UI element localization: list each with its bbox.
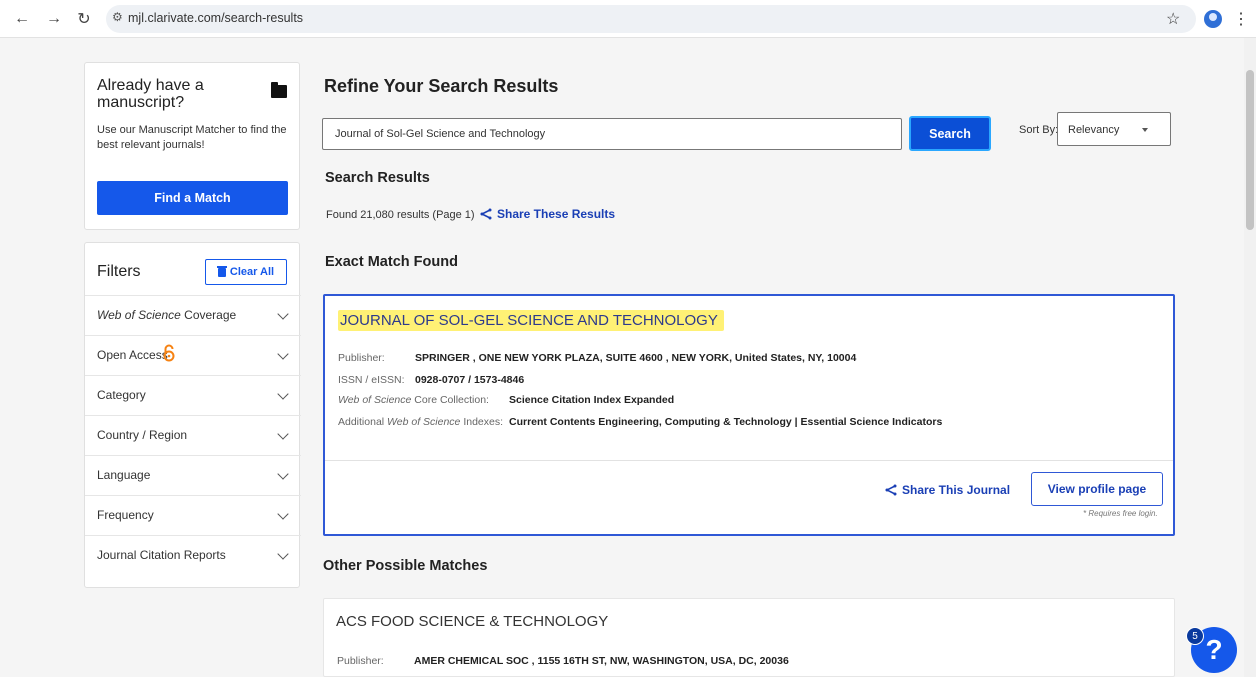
view-profile-button[interactable]: View profile page <box>1031 472 1163 506</box>
filter-label: Open Access <box>97 348 168 362</box>
chevron-down-icon <box>277 308 289 320</box>
profile-avatar-icon[interactable] <box>1204 10 1222 28</box>
share-journal-link[interactable]: Share This Journal <box>885 483 1010 497</box>
journal-title[interactable]: JOURNAL OF SOL-GEL SCIENCE AND TECHNOLOG… <box>338 310 724 331</box>
scrollbar-thumb[interactable] <box>1246 70 1254 230</box>
core-label: Core Collection: <box>411 394 489 406</box>
additional-label-em: Web of Science <box>387 416 461 428</box>
additional-label-post: Indexes: <box>460 416 504 428</box>
sort-select[interactable]: Relevancy <box>1057 112 1171 146</box>
folder-icon <box>271 82 287 98</box>
core-collection-value: Science Citation Index Expanded <box>509 394 675 406</box>
search-results-heading: Search Results <box>325 170 430 186</box>
additional-label-pre: Additional <box>338 416 388 428</box>
exact-match-heading: Exact Match Found <box>325 254 458 270</box>
sort-value: Relevancy <box>1068 124 1120 136</box>
filter-category[interactable]: Category <box>85 375 301 415</box>
other-matches-heading: Other Possible Matches <box>323 558 488 574</box>
clear-all-button[interactable]: Clear All <box>205 259 287 285</box>
additional-indexes-label: Additional Web of Science Indexes: <box>338 416 503 428</box>
filter-journal-citation-reports[interactable]: Journal Citation Reports <box>85 535 301 575</box>
core-label-em: Web of Science <box>338 394 412 406</box>
forward-icon[interactable]: → <box>44 9 64 29</box>
help-notification-badge: 5 <box>1186 627 1204 645</box>
filter-label: Language <box>97 468 151 482</box>
requires-login-note: * Requires free login. <box>1083 509 1158 518</box>
chevron-down-icon <box>277 548 289 560</box>
other-match-card: ACS FOOD SCIENCE & TECHNOLOGY Publisher:… <box>323 598 1175 677</box>
manuscript-title: Already have a manuscript? <box>97 77 204 111</box>
browser-menu-icon[interactable]: ⋮ <box>1233 9 1249 29</box>
site-info-icon[interactable]: ⚙ <box>112 10 123 24</box>
trash-icon <box>216 265 227 277</box>
chevron-down-icon <box>277 468 289 480</box>
back-icon[interactable]: ← <box>12 9 32 29</box>
find-a-match-button[interactable]: Find a Match <box>97 181 288 215</box>
publisher-value: AMER CHEMICAL SOC , 1155 16TH ST, NW, WA… <box>414 655 789 667</box>
publisher-label: Publisher: <box>337 655 384 667</box>
publisher-label: Publisher: <box>338 352 385 364</box>
manuscript-description: Use our Manuscript Matcher to find the b… <box>97 124 287 151</box>
filter-label: Frequency <box>97 508 154 522</box>
filter-frequency[interactable]: Frequency <box>85 495 301 535</box>
chevron-down-icon <box>277 348 289 360</box>
filters-title: Filters <box>97 263 141 280</box>
bookmark-star-icon[interactable]: ☆ <box>1166 9 1180 29</box>
filter-web-of-science-coverage[interactable]: Web of Science Coverage <box>85 295 301 335</box>
filters-panel: Filters Clear All Web of Science Coverag… <box>84 242 301 588</box>
filter-label: Country / Region <box>97 428 188 442</box>
page-scrollbar[interactable] <box>1244 38 1256 677</box>
share-results-link[interactable]: Share These Results <box>480 207 615 221</box>
page-title: Refine Your Search Results <box>324 76 559 96</box>
card-divider <box>325 460 1173 461</box>
issn-value: 0928-0707 / 1573-4846 <box>415 374 525 386</box>
share-icon <box>480 208 492 220</box>
results-count: Found 21,080 results (Page 1) <box>326 209 475 221</box>
chevron-down-icon <box>277 508 289 520</box>
share-results-label: Share These Results <box>497 207 616 221</box>
filter-label: Journal Citation Reports <box>97 548 226 562</box>
filter-open-access[interactable]: Open Access <box>85 335 301 375</box>
browser-toolbar: ← → ↻ ⚙ mjl.clarivate.com/search-results… <box>0 0 1256 38</box>
share-icon <box>885 484 897 496</box>
search-button[interactable]: Search <box>909 116 991 151</box>
filter-language[interactable]: Language <box>85 455 301 495</box>
search-input[interactable] <box>322 118 902 150</box>
share-journal-label: Share This Journal <box>902 483 1011 497</box>
sort-label: Sort By: <box>1019 124 1059 136</box>
core-collection-label: Web of Science Core Collection: <box>338 394 489 406</box>
additional-indexes-value: Current Contents Engineering, Computing … <box>509 416 943 428</box>
manuscript-matcher-card: Already have a manuscript? Use our Manus… <box>84 62 300 230</box>
url-text[interactable]: mjl.clarivate.com/search-results <box>128 11 303 25</box>
chevron-down-icon <box>277 428 289 440</box>
filter-country-region[interactable]: Country / Region <box>85 415 301 455</box>
exact-match-card: JOURNAL OF SOL-GEL SCIENCE AND TECHNOLOG… <box>323 294 1175 536</box>
open-access-icon <box>163 344 175 362</box>
filter-label-em: Web of Science <box>97 308 181 322</box>
clear-all-label: Clear All <box>229 266 275 278</box>
journal-title[interactable]: ACS FOOD SCIENCE & TECHNOLOGY <box>336 613 608 630</box>
caret-down-icon <box>1142 128 1148 132</box>
publisher-value: SPRINGER , ONE NEW YORK PLAZA, SUITE 460… <box>415 352 857 364</box>
chevron-down-icon <box>277 388 289 400</box>
filter-label: Category <box>97 388 146 402</box>
filter-label: Coverage <box>180 308 237 322</box>
issn-label: ISSN / eISSN: <box>338 374 405 386</box>
reload-icon[interactable]: ↻ <box>74 9 94 29</box>
